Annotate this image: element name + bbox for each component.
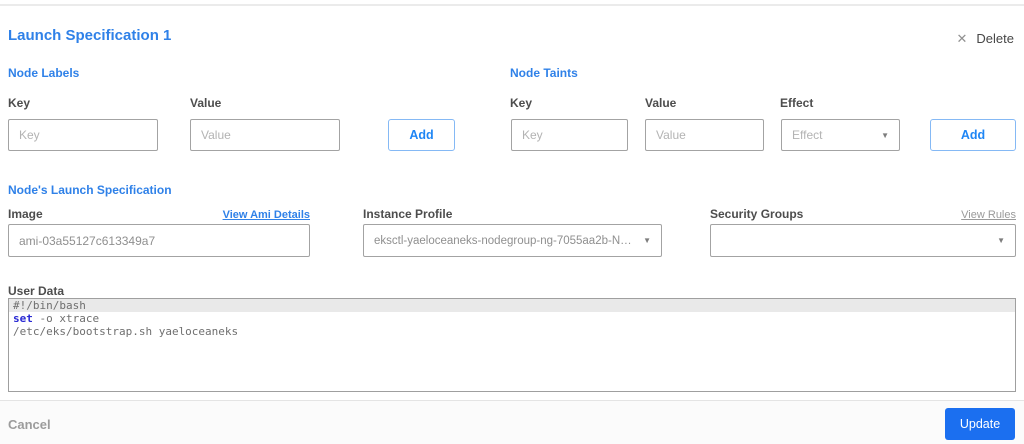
view-ami-details-link[interactable]: View Ami Details bbox=[223, 209, 310, 221]
delete-button[interactable]: ✕ Delete bbox=[957, 31, 1014, 46]
user-data-label: User Data bbox=[8, 284, 65, 298]
delete-button-label: Delete bbox=[976, 31, 1014, 46]
node-labels-key-label: Key bbox=[8, 96, 31, 110]
image-label-row: Image View Ami Details bbox=[8, 207, 310, 221]
node-taints-key-label: Key bbox=[510, 96, 533, 110]
cancel-button[interactable]: Cancel bbox=[8, 417, 51, 432]
section-title-node-taints: Node Taints bbox=[510, 66, 578, 80]
chevron-down-icon: ▼ bbox=[881, 130, 889, 140]
node-taints-value-input[interactable] bbox=[645, 119, 764, 151]
security-groups-label: Security Groups bbox=[710, 207, 804, 221]
chevron-down-icon: ▼ bbox=[643, 236, 651, 245]
node-labels-value-input[interactable] bbox=[190, 119, 340, 151]
update-button[interactable]: Update bbox=[945, 408, 1015, 440]
section-title-launch-spec: Node's Launch Specification bbox=[8, 183, 172, 197]
launch-specification-panel: Launch Specification 1 ✕ Delete Node Lab… bbox=[0, 0, 1024, 444]
security-groups-label-row: Security Groups View Rules bbox=[710, 207, 1016, 221]
footer-bar: Cancel Update bbox=[0, 400, 1024, 444]
instance-profile-label: Instance Profile bbox=[363, 207, 453, 221]
code-line-1: #!/bin/bash bbox=[9, 299, 1015, 312]
node-taints-value-label: Value bbox=[645, 96, 677, 110]
code-line-2: set -o xtrace bbox=[13, 312, 100, 325]
top-divider bbox=[0, 4, 1024, 6]
chevron-down-icon: ▼ bbox=[997, 236, 1005, 245]
section-title-node-labels: Node Labels bbox=[8, 66, 80, 80]
node-taints-effect-label: Effect bbox=[780, 96, 814, 110]
node-taints-effect-select[interactable]: Effect ▼ bbox=[781, 119, 900, 151]
security-groups-select[interactable]: ▼ bbox=[710, 224, 1016, 257]
node-taints-key-input[interactable] bbox=[511, 119, 628, 151]
instance-profile-select[interactable]: eksctl-yaeloceaneks-nodegroup-ng-7055aa2… bbox=[363, 224, 662, 257]
image-input[interactable] bbox=[8, 224, 310, 257]
instance-profile-value: eksctl-yaeloceaneks-nodegroup-ng-7055aa2… bbox=[374, 234, 644, 247]
node-labels-add-button[interactable]: Add bbox=[388, 119, 455, 151]
user-data-editor[interactable]: #!/bin/bash set -o xtrace /etc/eks/boots… bbox=[8, 298, 1016, 392]
node-labels-value-label: Value bbox=[190, 96, 222, 110]
view-rules-link[interactable]: View Rules bbox=[961, 209, 1016, 221]
image-label: Image bbox=[8, 207, 43, 221]
page-title: Launch Specification 1 bbox=[8, 27, 172, 44]
node-taints-add-button[interactable]: Add bbox=[930, 119, 1016, 151]
node-labels-key-input[interactable] bbox=[8, 119, 158, 151]
code-line-3: /etc/eks/bootstrap.sh yaeloceaneks bbox=[13, 325, 239, 338]
effect-select-placeholder: Effect bbox=[792, 128, 823, 142]
close-icon: ✕ bbox=[956, 31, 968, 46]
